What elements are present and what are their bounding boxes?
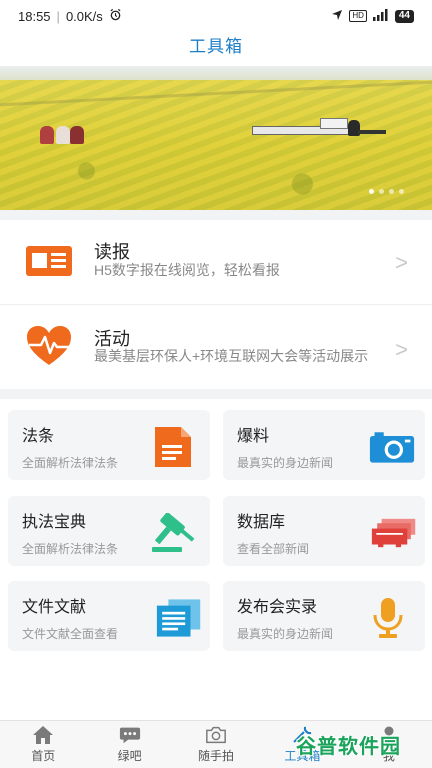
nav-item-snapshot[interactable]: 随手拍	[173, 721, 259, 768]
card-desc: 全面解析法律法条	[22, 456, 119, 470]
carousel-dot[interactable]	[399, 189, 404, 194]
banner-farmers	[40, 122, 86, 144]
files-icon	[156, 595, 202, 641]
card-press-conference[interactable]: 发布会实录 最真实的身边新闻	[223, 581, 425, 651]
watermark-text: 谷普软件园	[296, 735, 401, 758]
chevron-right-icon: >	[395, 250, 408, 275]
microphone-icon	[365, 595, 411, 641]
signal-icon	[372, 8, 389, 24]
feature-desc: H5数字报在线阅览，轻松看报	[94, 262, 280, 278]
nav-label: 随手拍	[198, 749, 235, 763]
watermark: 谷普软件园	[296, 724, 426, 764]
card-desc: 最真实的身边新闻	[237, 456, 334, 470]
carousel-indicator[interactable]	[369, 189, 404, 194]
nav-label: 首页	[31, 749, 56, 763]
camera-outline-icon	[205, 725, 227, 745]
card-desc: 文件文献全面查看	[22, 627, 119, 641]
card-title: 数据库	[237, 514, 286, 531]
status-time: 18:55	[18, 8, 51, 24]
card-documents[interactable]: 文件文献 文件文献全面查看	[8, 581, 210, 651]
feature-desc: 最美基层环保人+环境互联网大会等活动展示	[94, 348, 369, 364]
status-bar: 18:55 | 0.0K/s HD 44	[0, 0, 432, 32]
card-title: 文件文献	[22, 599, 87, 616]
nav-item-green-bar[interactable]: 绿吧	[86, 721, 172, 768]
nav-item-home[interactable]: 首页	[0, 721, 86, 768]
card-desc: 查看全部新闻	[237, 542, 310, 556]
page-title: 工具箱	[189, 37, 243, 56]
alarm-icon	[109, 8, 122, 24]
banner-machine	[252, 118, 387, 144]
chat-icon	[119, 725, 141, 745]
location-icon	[331, 9, 343, 24]
chevron-right-icon: >	[395, 337, 408, 362]
card-title: 执法宝典	[22, 514, 87, 531]
gavel-icon	[150, 510, 196, 556]
feature-title: 读报	[94, 242, 130, 262]
feature-read-newspaper[interactable]: 读报 H5数字报在线阅览，轻松看报 >	[0, 220, 432, 304]
section-gap	[0, 210, 432, 220]
database-icon	[371, 510, 417, 556]
card-title: 法条	[22, 428, 55, 445]
page-header: 工具箱	[0, 32, 432, 66]
network-badge: HD	[349, 10, 367, 22]
card-law-articles[interactable]: 法条 全面解析法律法条	[8, 410, 210, 480]
newspaper-icon	[24, 236, 74, 286]
document-icon	[150, 424, 196, 470]
home-icon	[32, 725, 54, 745]
card-title: 爆料	[237, 428, 270, 445]
card-database[interactable]: 数据库 查看全部新闻	[223, 496, 425, 566]
card-law-enforcement-guide[interactable]: 执法宝典 全面解析法律法条	[8, 496, 210, 566]
carousel-dot[interactable]	[389, 189, 394, 194]
status-network-speed: 0.0K/s	[65, 8, 103, 24]
card-news-tip[interactable]: 爆料 最真实的身边新闻	[223, 410, 425, 480]
heart-pulse-icon	[24, 321, 74, 371]
banner-carousel[interactable]	[0, 66, 432, 210]
battery-indicator: 44	[394, 9, 414, 23]
feature-activities[interactable]: 活动 最美基层环保人+环境互联网大会等活动展示 >	[0, 305, 432, 389]
card-title: 发布会实录	[237, 599, 318, 616]
card-desc: 最真实的身边新闻	[237, 627, 334, 641]
camera-icon	[369, 424, 415, 470]
carousel-dot[interactable]	[369, 189, 374, 194]
carousel-dot[interactable]	[379, 189, 384, 194]
card-desc: 全面解析法律法条	[22, 542, 119, 556]
section-gap	[0, 389, 432, 399]
nav-label: 绿吧	[117, 749, 142, 763]
